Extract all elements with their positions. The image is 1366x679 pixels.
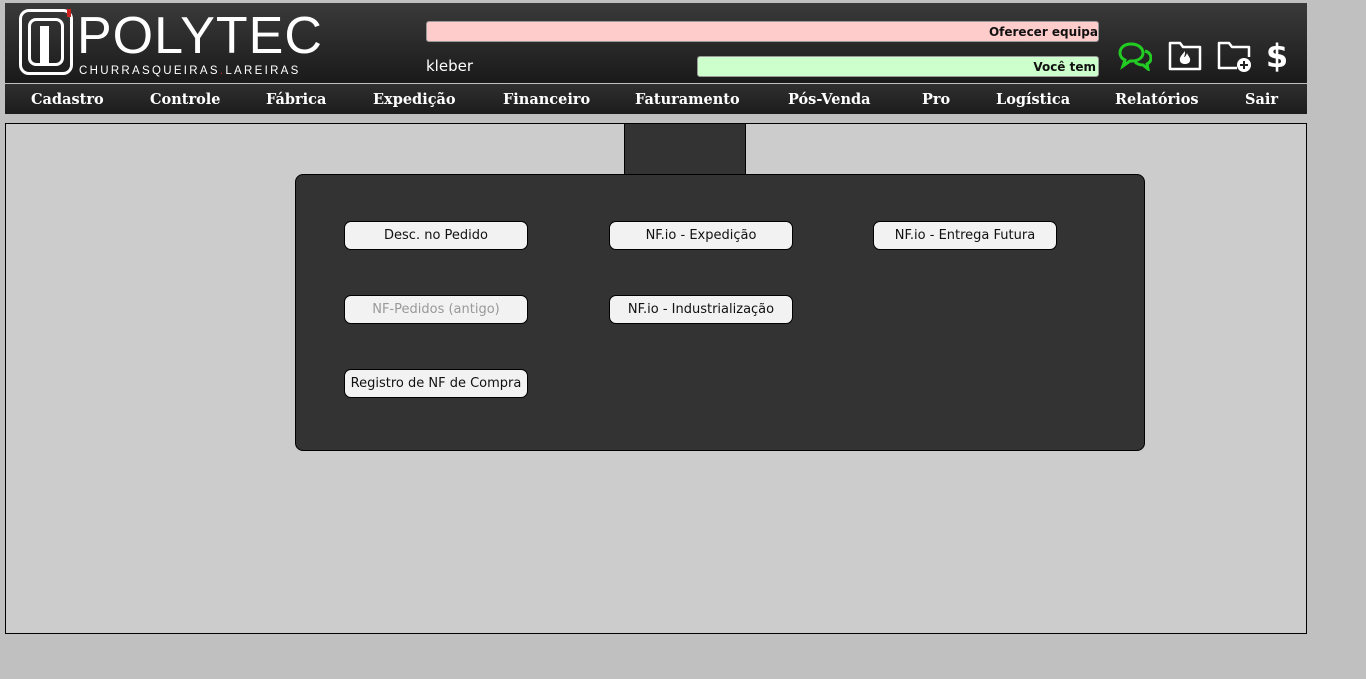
folder-add-icon[interactable] — [1217, 39, 1253, 73]
ticker-notification[interactable]: Você tem — [697, 56, 1099, 77]
dollar-icon[interactable]: $ — [1267, 39, 1287, 73]
fire-folder-icon[interactable] — [1168, 39, 1202, 71]
desc-no-pedido-button[interactable]: Desc. no Pedido — [344, 221, 528, 250]
polytec-logo[interactable]: POLYTEC CHURRASQUEIRAS.LAREIRAS — [19, 7, 323, 79]
logo-subtitle-right: LAREIRAS — [225, 65, 301, 77]
header-bar: POLYTEC CHURRASQUEIRAS.LAREIRAS Oferecer… — [5, 3, 1307, 83]
logo-mark-icon — [19, 9, 73, 75]
ticker-announcement[interactable]: Oferecer equipa — [426, 21, 1099, 42]
nav-logistica[interactable]: Logística — [996, 91, 1070, 108]
username-label: kleber — [426, 57, 473, 75]
nav-faturamento[interactable]: Faturamento — [635, 91, 740, 108]
nav-fabrica[interactable]: Fábrica — [266, 91, 326, 108]
logo-dot — [67, 9, 71, 17]
chat-icon[interactable] — [1118, 41, 1152, 71]
active-tab-indicator — [624, 124, 746, 176]
nav-relatorios[interactable]: Relatórios — [1115, 91, 1199, 108]
logo-subtitle-left: CHURRASQUEIRAS — [79, 65, 220, 77]
nfio-entrega-futura-button[interactable]: NF.io - Entrega Futura — [873, 221, 1057, 250]
nav-pro[interactable]: Pro — [922, 91, 950, 108]
nf-pedidos-antigo-button[interactable]: NF-Pedidos (antigo) — [344, 295, 528, 324]
svg-text:$: $ — [1267, 39, 1287, 73]
nfio-industrializacao-button[interactable]: NF.io - Industrialização — [609, 295, 793, 324]
nfio-expedicao-button[interactable]: NF.io - Expedição — [609, 221, 793, 250]
logo-subtitle: CHURRASQUEIRAS.LAREIRAS — [79, 65, 301, 77]
main-nav: Cadastro Controle Fábrica Expedição Fina… — [5, 84, 1307, 114]
nav-sair[interactable]: Sair — [1245, 91, 1278, 108]
nav-pos-venda[interactable]: Pós-Venda — [788, 91, 871, 108]
faturamento-panel: Desc. no Pedido NF.io - Expedição NF.io … — [295, 174, 1145, 451]
nav-financeiro[interactable]: Financeiro — [503, 91, 590, 108]
nav-controle[interactable]: Controle — [150, 91, 221, 108]
nav-cadastro[interactable]: Cadastro — [31, 91, 104, 108]
nav-expedicao[interactable]: Expedição — [373, 91, 456, 108]
content-area: Desc. no Pedido NF.io - Expedição NF.io … — [5, 123, 1307, 634]
registro-nf-compra-button[interactable]: Registro de NF de Compra — [344, 369, 528, 398]
logo-text: POLYTEC — [77, 7, 323, 65]
